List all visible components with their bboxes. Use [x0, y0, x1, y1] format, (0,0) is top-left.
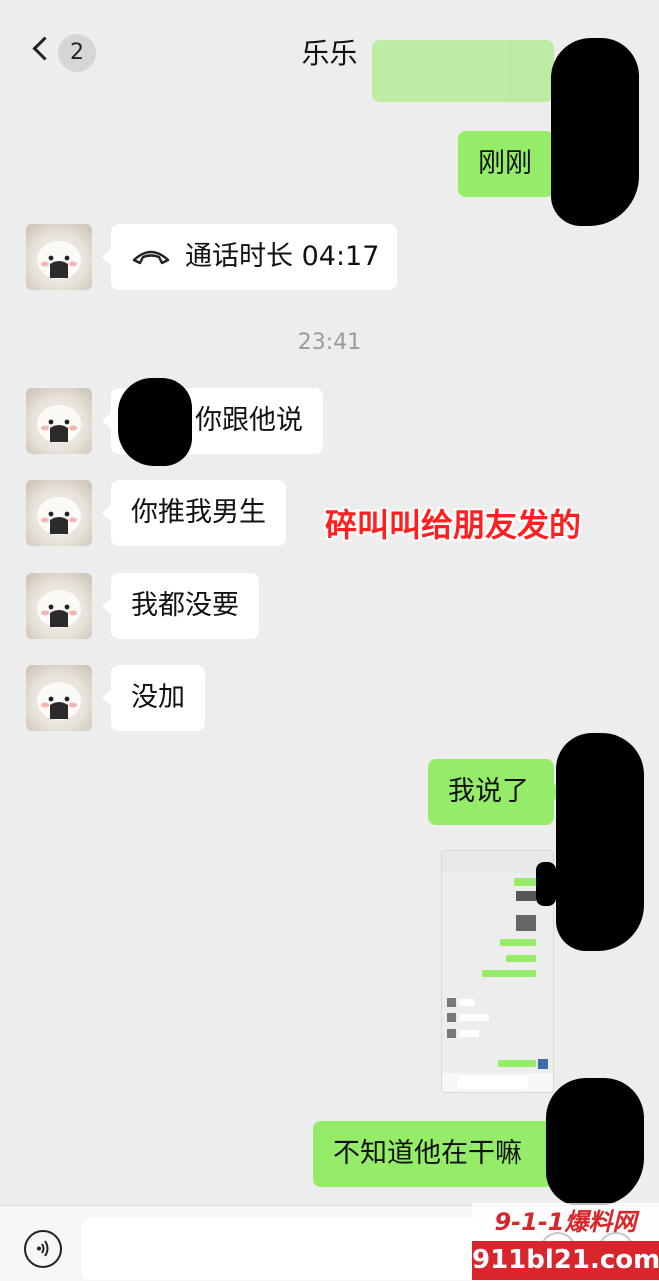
message-bubble-incoming[interactable]: 我都没要 — [102, 573, 259, 639]
message-bubble-outgoing[interactable] — [372, 40, 563, 102]
contact-avatar[interactable] — [26, 573, 92, 639]
call-duration-text: 通话时长 04:17 — [185, 241, 380, 272]
message-text: 你跟他说 — [195, 405, 303, 436]
message-bubble-outgoing[interactable]: 我说了 — [428, 759, 563, 825]
redaction-mark — [551, 38, 639, 226]
call-record-bubble[interactable]: 通话时长 04:17 — [102, 224, 397, 291]
contact-avatar[interactable] — [26, 388, 92, 454]
message-input-field[interactable] — [82, 1218, 522, 1280]
phone-hangup-icon — [131, 225, 171, 291]
message-timestamp: 23:41 — [297, 330, 362, 355]
voice-icon[interactable] — [24, 1230, 62, 1268]
redaction-mark — [546, 1078, 644, 1206]
redaction-mark — [536, 862, 556, 906]
redaction-mark — [118, 378, 192, 466]
contact-avatar[interactable] — [26, 480, 92, 546]
contact-avatar[interactable] — [26, 665, 92, 731]
annotation-overlay-text: 碎叫叫给朋友发的 — [325, 506, 582, 544]
message-bubble-incoming[interactable]: 你推我男生 — [102, 480, 286, 546]
message-bubble-outgoing[interactable]: 不知道他在干嘛 — [313, 1121, 563, 1187]
watermark-url-text: 911bl21.com — [472, 1241, 659, 1280]
redaction-mark — [556, 733, 644, 951]
message-bubble-outgoing[interactable]: 刚刚 — [458, 131, 563, 197]
message-bubble-incoming[interactable]: 没加 — [102, 665, 205, 731]
watermark-logo-text: 9-1-1爆料网 — [472, 1203, 659, 1241]
contact-avatar[interactable] — [26, 224, 92, 290]
